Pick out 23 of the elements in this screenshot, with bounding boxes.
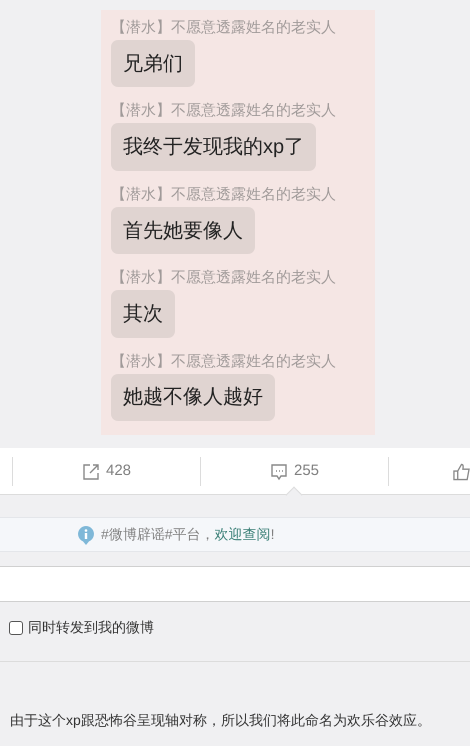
message-bubble: 我终于发现我的xp了 [111,123,316,171]
comment-action[interactable]: 255 [200,457,388,486]
checkbox[interactable] [9,620,23,634]
info-icon [77,524,95,544]
message-bubble: 兄弟们 [111,40,195,88]
comment-text: 由于这个xp跟恐怖谷呈现轴对称，所以我们将此命名为欢乐谷效应。 [9,711,432,730]
checkbox-label: 同时转发到我的微博 [28,618,154,637]
share-action[interactable]: 428 [12,457,200,486]
comment-icon [270,462,288,480]
sender-name: 【潜水】不愿意透露姓名的老实人 [111,268,336,288]
sender-name: 【潜水】不愿意透露姓名的老实人 [111,352,336,372]
sender-name: 【潜水】不愿意透露姓名的老实人 [111,18,336,38]
thumbs-up-icon [453,462,470,480]
comment-input[interactable] [0,566,470,602]
view-link[interactable]: 欢迎查阅 [214,526,271,542]
message-bubble: 首先她要像人 [111,206,255,254]
share-icon [82,462,100,480]
notice-text: #微博辟谣#平台，欢迎查阅! [101,525,274,544]
message-bubble: 她越不像人越好 [111,374,275,422]
sender-name: 【潜水】不愿意透露姓名的老实人 [111,101,336,122]
sender-name: 【潜水】不愿意透露姓名的老实人 [111,184,336,205]
like-action[interactable] [388,457,470,486]
message-bubble: 其次 [111,290,175,338]
